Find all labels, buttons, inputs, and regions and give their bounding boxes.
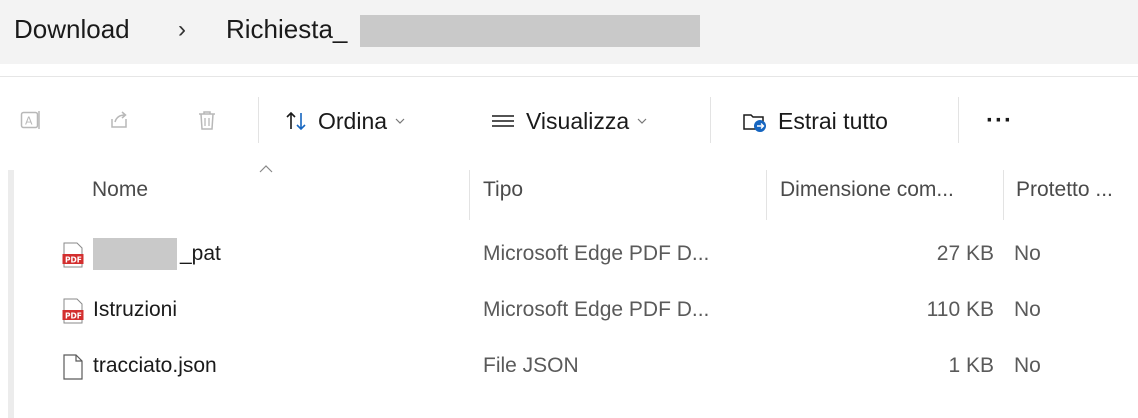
file-size: 110 KB — [926, 298, 994, 321]
view-label: Visualizza — [526, 107, 630, 134]
chevron-down-icon — [637, 116, 647, 126]
svg-text:A: A — [25, 115, 33, 128]
divider — [0, 64, 1138, 76]
extract-folder-icon — [742, 109, 768, 133]
sort-button[interactable]: Ordina — [284, 99, 405, 143]
file-name: _pat — [180, 242, 221, 265]
column-header-type[interactable]: Tipo — [483, 178, 523, 202]
sort-arrows-icon — [284, 109, 308, 133]
extract-all-label: Estrai tutto — [778, 107, 888, 134]
column-header-protected[interactable]: Protetto ... — [1016, 178, 1113, 202]
column-header-size[interactable]: Dimensione com... — [780, 178, 954, 202]
chevron-down-icon — [395, 116, 405, 126]
column-divider[interactable] — [1003, 170, 1004, 220]
redacted-block — [360, 15, 700, 47]
extract-all-button[interactable]: Estrai tutto — [742, 99, 888, 143]
rename-icon[interactable]: A — [20, 109, 42, 131]
view-lines-icon — [490, 111, 516, 131]
command-bar: A Ordina Visualizza Estrai tutto ··· — [0, 76, 1138, 161]
svg-text:PDF: PDF — [65, 312, 82, 321]
share-icon[interactable] — [108, 109, 130, 131]
toolbar-separator — [258, 97, 259, 143]
svg-text:PDF: PDF — [65, 256, 82, 265]
file-icon — [63, 354, 83, 380]
pdf-icon: PDF — [62, 242, 84, 268]
file-protected: No — [1014, 242, 1041, 265]
file-type: Microsoft Edge PDF D... — [483, 298, 710, 321]
more-icon: ··· — [986, 107, 1013, 134]
breadcrumb-bar: Download › Richiesta_ — [0, 0, 1138, 64]
toolbar-separator — [710, 97, 711, 143]
sort-ascending-icon — [259, 165, 273, 173]
breadcrumb-download[interactable]: Download — [14, 14, 130, 45]
pdf-icon: PDF — [62, 298, 84, 324]
file-name: tracciato.json — [93, 354, 217, 377]
file-row[interactable]: PDF _pat Microsoft Edge PDF D... 27 KB N… — [0, 228, 1138, 284]
redacted-block — [93, 238, 177, 270]
file-size: 27 KB — [936, 242, 994, 265]
view-button[interactable]: Visualizza — [490, 99, 647, 143]
column-header-row: Nome Tipo Dimensione com... Protetto ... — [0, 162, 1138, 222]
file-protected: No — [1014, 354, 1041, 377]
file-row[interactable]: PDF Istruzioni Microsoft Edge PDF D... 1… — [0, 284, 1138, 340]
column-divider[interactable] — [469, 170, 470, 220]
breadcrumb-richiesta[interactable]: Richiesta_ — [226, 14, 347, 45]
file-protected: No — [1014, 298, 1041, 321]
file-row[interactable]: tracciato.json File JSON 1 KB No — [0, 340, 1138, 396]
file-size: 1 KB — [948, 354, 994, 377]
file-type: Microsoft Edge PDF D... — [483, 242, 710, 265]
file-name: Istruzioni — [93, 298, 178, 321]
toolbar-separator — [958, 97, 959, 143]
trash-icon[interactable] — [196, 109, 218, 131]
breadcrumb-separator-icon: › — [178, 16, 186, 43]
sort-label: Ordina — [318, 107, 388, 134]
column-divider[interactable] — [766, 170, 767, 220]
column-header-name[interactable]: Nome — [92, 178, 148, 202]
file-type: File JSON — [483, 354, 579, 377]
more-options-button[interactable]: ··· — [986, 99, 1013, 143]
